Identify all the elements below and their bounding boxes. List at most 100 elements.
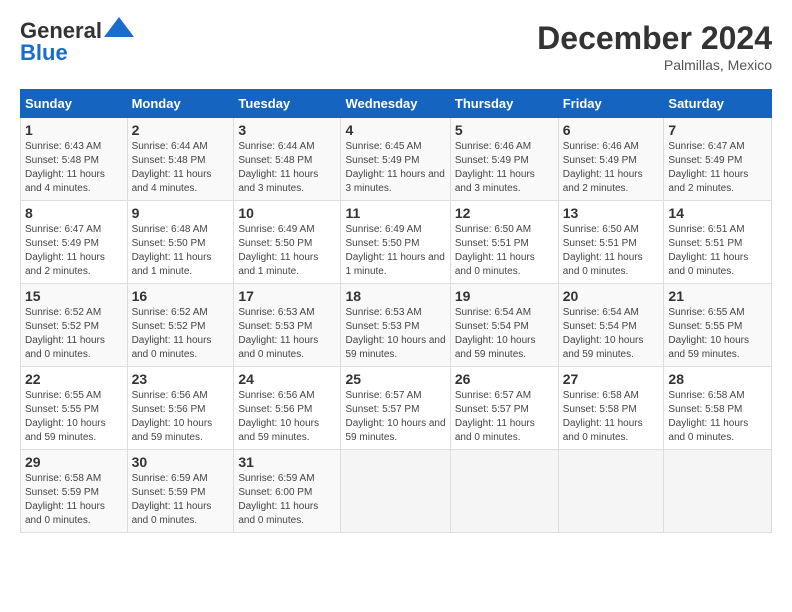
day-number: 2 (132, 122, 230, 138)
table-row: 10 Sunrise: 6:49 AMSunset: 5:50 PMDayligh… (234, 201, 341, 284)
table-row: 1 Sunrise: 6:43 AMSunset: 5:48 PMDaylight… (21, 118, 128, 201)
header-wednesday: Wednesday (341, 90, 450, 118)
table-row: 13 Sunrise: 6:50 AMSunset: 5:51 PMDayligh… (558, 201, 664, 284)
day-info: Sunrise: 6:44 AMSunset: 5:48 PMDaylight:… (132, 140, 230, 196)
day-info: Sunrise: 6:43 AMSunset: 5:48 PMDaylight:… (25, 140, 123, 196)
location: Palmillas, Mexico (537, 57, 772, 73)
day-info: Sunrise: 6:48 AMSunset: 5:50 PMDaylight:… (132, 223, 230, 279)
table-row: 11 Sunrise: 6:49 AMSunset: 5:50 PMDayligh… (341, 201, 450, 284)
day-number: 21 (668, 288, 767, 304)
table-row: 16Sunrise: 6:52 AMSunset: 5:52 PMDayligh… (127, 284, 234, 367)
day-number: 17 (238, 288, 336, 304)
day-number: 10 (238, 205, 336, 221)
table-row: 31Sunrise: 6:59 AMSunset: 6:00 PMDayligh… (234, 450, 341, 533)
day-number: 7 (668, 122, 767, 138)
table-row: 6Sunrise: 6:46 AMSunset: 5:49 PMDaylight… (558, 118, 664, 201)
logo: General Blue (20, 20, 134, 64)
day-number: 27 (563, 371, 660, 387)
header-monday: Monday (127, 90, 234, 118)
calendar-table: Sunday Monday Tuesday Wednesday Thursday… (20, 89, 772, 533)
table-row: 9Sunrise: 6:48 AMSunset: 5:50 PMDaylight… (127, 201, 234, 284)
table-row: 30 Sunrise: 6:59 AMSunset: 5:59 PMDayligh… (127, 450, 234, 533)
calendar-week-4: 22 Sunrise: 6:55 AMSunset: 5:55 PMDayligh… (21, 367, 772, 450)
day-number: 29 (25, 454, 123, 470)
day-info: Sunrise: 6:49 AMSunset: 5:50 PMDaylight:… (238, 223, 336, 279)
header-tuesday: Tuesday (234, 90, 341, 118)
table-row: 27 Sunrise: 6:58 AMSunset: 5:58 PMDayligh… (558, 367, 664, 450)
day-info: Sunrise: 6:58 AMSunset: 5:58 PMDaylight:… (668, 389, 767, 445)
day-number: 14 (668, 205, 767, 221)
day-number: 19 (455, 288, 554, 304)
logo-blue: Blue (20, 40, 68, 65)
day-number: 5 (455, 122, 554, 138)
header-friday: Friday (558, 90, 664, 118)
table-row: 18 Sunrise: 6:53 AMSunset: 5:53 PMDayligh… (341, 284, 450, 367)
day-info: Sunrise: 6:44 AMSunset: 5:48 PMDaylight:… (238, 140, 336, 196)
day-info: Sunrise: 6:58 AMSunset: 5:59 PMDaylight:… (25, 472, 123, 528)
table-row: 15 Sunrise: 6:52 AMSunset: 5:52 PMDayligh… (21, 284, 128, 367)
day-number: 1 (25, 122, 123, 138)
table-row: 19 Sunrise: 6:54 AMSunset: 5:54 PMDayligh… (450, 284, 558, 367)
table-row: 22 Sunrise: 6:55 AMSunset: 5:55 PMDayligh… (21, 367, 128, 450)
day-info: Sunrise: 6:47 AMSunset: 5:49 PMDaylight:… (25, 223, 123, 279)
day-number: 6 (563, 122, 660, 138)
day-info: Sunrise: 6:46 AMSunset: 5:49 PMDaylight:… (455, 140, 554, 196)
day-number: 28 (668, 371, 767, 387)
day-info: Sunrise: 6:52 AMSunset: 5:52 PMDaylight:… (25, 306, 123, 362)
calendar-week-1: 1 Sunrise: 6:43 AMSunset: 5:48 PMDaylight… (21, 118, 772, 201)
table-row: 8 Sunrise: 6:47 AMSunset: 5:49 PMDaylight… (21, 201, 128, 284)
day-number: 4 (345, 122, 445, 138)
calendar-week-5: 29 Sunrise: 6:58 AMSunset: 5:59 PMDayligh… (21, 450, 772, 533)
table-row: 3 Sunrise: 6:44 AMSunset: 5:48 PMDaylight… (234, 118, 341, 201)
day-info: Sunrise: 6:56 AMSunset: 5:56 PMDaylight:… (132, 389, 230, 445)
day-number: 8 (25, 205, 123, 221)
day-info: Sunrise: 6:51 AMSunset: 5:51 PMDaylight:… (668, 223, 767, 279)
day-headers-row: Sunday Monday Tuesday Wednesday Thursday… (21, 90, 772, 118)
table-row: 24 Sunrise: 6:56 AMSunset: 5:56 PMDayligh… (234, 367, 341, 450)
header-thursday: Thursday (450, 90, 558, 118)
table-row: 2 Sunrise: 6:44 AMSunset: 5:48 PMDaylight… (127, 118, 234, 201)
day-info: Sunrise: 6:59 AMSunset: 5:59 PMDaylight:… (132, 472, 230, 528)
day-number: 3 (238, 122, 336, 138)
day-number: 15 (25, 288, 123, 304)
day-info: Sunrise: 6:53 AMSunset: 5:53 PMDaylight:… (238, 306, 336, 362)
day-info: Sunrise: 6:53 AMSunset: 5:53 PMDaylight:… (345, 306, 445, 362)
day-info: Sunrise: 6:55 AMSunset: 5:55 PMDaylight:… (668, 306, 767, 362)
day-number: 13 (563, 205, 660, 221)
table-row: 28 Sunrise: 6:58 AMSunset: 5:58 PMDayligh… (664, 367, 772, 450)
table-row: 12 Sunrise: 6:50 AMSunset: 5:51 PMDayligh… (450, 201, 558, 284)
day-number: 24 (238, 371, 336, 387)
month-title: December 2024 (537, 20, 772, 57)
day-info: Sunrise: 6:54 AMSunset: 5:54 PMDaylight:… (455, 306, 554, 362)
table-row (664, 450, 772, 533)
calendar-week-2: 8 Sunrise: 6:47 AMSunset: 5:49 PMDaylight… (21, 201, 772, 284)
day-number: 22 (25, 371, 123, 387)
day-info: Sunrise: 6:50 AMSunset: 5:51 PMDaylight:… (455, 223, 554, 279)
calendar-week-3: 15 Sunrise: 6:52 AMSunset: 5:52 PMDayligh… (21, 284, 772, 367)
day-number: 12 (455, 205, 554, 221)
table-row: 17 Sunrise: 6:53 AMSunset: 5:53 PMDayligh… (234, 284, 341, 367)
day-number: 11 (345, 205, 445, 221)
day-number: 20 (563, 288, 660, 304)
header-saturday: Saturday (664, 90, 772, 118)
day-info: Sunrise: 6:56 AMSunset: 5:56 PMDaylight:… (238, 389, 336, 445)
table-row: 4 Sunrise: 6:45 AMSunset: 5:49 PMDaylight… (341, 118, 450, 201)
day-info: Sunrise: 6:52 AMSunset: 5:52 PMDaylight:… (132, 306, 230, 362)
day-number: 18 (345, 288, 445, 304)
day-number: 23 (132, 371, 230, 387)
table-row: 7 Sunrise: 6:47 AMSunset: 5:49 PMDaylight… (664, 118, 772, 201)
day-info: Sunrise: 6:49 AMSunset: 5:50 PMDaylight:… (345, 223, 445, 279)
day-info: Sunrise: 6:55 AMSunset: 5:55 PMDaylight:… (25, 389, 123, 445)
table-row: 29 Sunrise: 6:58 AMSunset: 5:59 PMDayligh… (21, 450, 128, 533)
day-number: 30 (132, 454, 230, 470)
table-row: 20Sunrise: 6:54 AMSunset: 5:54 PMDayligh… (558, 284, 664, 367)
day-info: Sunrise: 6:47 AMSunset: 5:49 PMDaylight:… (668, 140, 767, 196)
table-row (341, 450, 450, 533)
day-info: Sunrise: 6:58 AMSunset: 5:58 PMDaylight:… (563, 389, 660, 445)
title-block: December 2024 Palmillas, Mexico (537, 20, 772, 73)
day-info: Sunrise: 6:45 AMSunset: 5:49 PMDaylight:… (345, 140, 445, 196)
table-row: 21 Sunrise: 6:55 AMSunset: 5:55 PMDayligh… (664, 284, 772, 367)
day-info: Sunrise: 6:50 AMSunset: 5:51 PMDaylight:… (563, 223, 660, 279)
table-row: 23 Sunrise: 6:56 AMSunset: 5:56 PMDayligh… (127, 367, 234, 450)
header-sunday: Sunday (21, 90, 128, 118)
